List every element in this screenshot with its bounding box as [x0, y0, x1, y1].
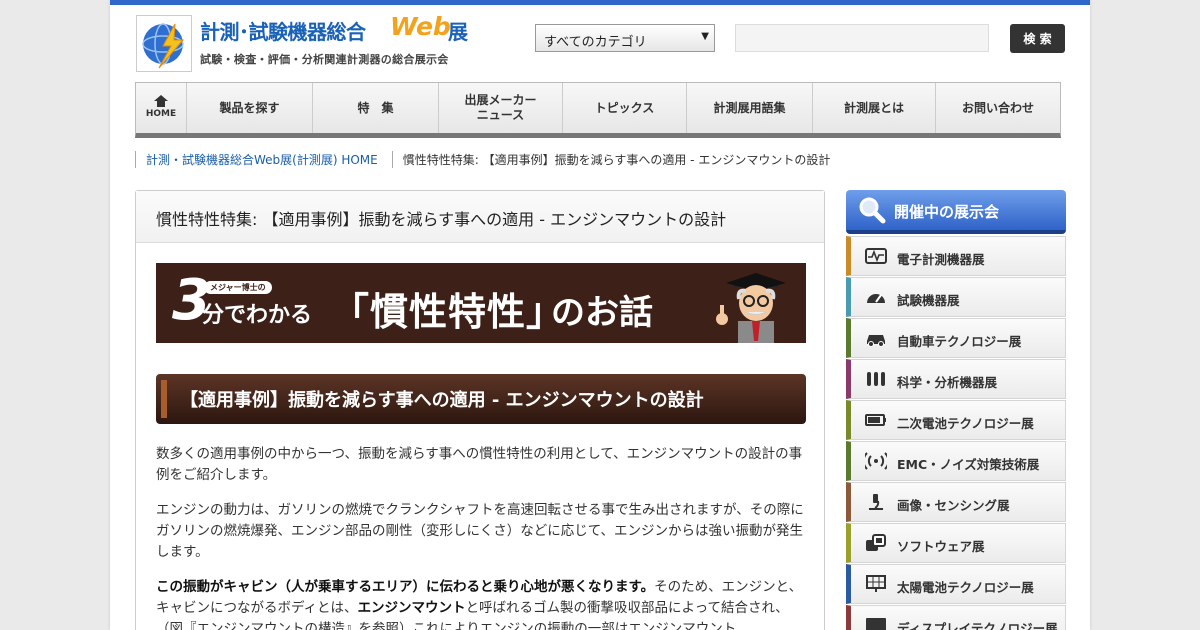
nav-item-label: お問い合わせ	[961, 100, 1034, 115]
paragraph-1: 数多くの適用事例の中から一つ、振動を減らす事への慣性特性の利用として、エンジンマ…	[156, 446, 803, 483]
sidebar-item[interactable]: ディスプレイテクノロジー展	[846, 605, 1066, 630]
sidebar-item-label: EMC・ノイズ対策技術展	[897, 457, 1040, 472]
sidebar-item-label: 画像・センシング展	[897, 498, 1010, 513]
dropdown-arrow-icon: ▼	[701, 31, 709, 42]
waveform-icon	[865, 247, 887, 265]
sidebar-item-label: 科学・分析機器展	[897, 375, 998, 390]
sidebar-item-label: 自動車テクノロジー展	[897, 334, 1022, 349]
logo-web: Web	[390, 12, 451, 41]
banner-text: 分でわかる	[202, 303, 313, 328]
nav-item-label: 出展メーカー ニュース	[464, 93, 537, 122]
home-icon	[154, 95, 168, 108]
sidebar-item-label: 試験機器展	[897, 293, 960, 308]
breadcrumb: 計測・試験機器総合Web展(計測展) HOME 慣性特性特集: 【適用事例】振動を…	[135, 151, 844, 168]
nav-item-contact[interactable]: お問い合わせ	[936, 83, 1060, 133]
category-select[interactable]: すべてのカテゴリ ▼	[535, 24, 715, 52]
page-title: 慣性特性特集: 【適用事例】振動を減らす事への適用 - エンジンマウントの設計	[136, 191, 824, 243]
sidebar-item[interactable]: 電子計測機器展	[846, 236, 1066, 276]
solar-panel-icon	[865, 575, 887, 593]
car-icon	[865, 329, 887, 347]
microscope-icon	[865, 493, 887, 511]
sidebar-item-label: ソフトウェア展	[897, 539, 985, 554]
sidebar-item[interactable]: 自動車テクノロジー展	[846, 318, 1066, 358]
category-selected-value: すべてのカテゴリ	[544, 35, 647, 50]
top-accent-bar	[110, 0, 1090, 5]
paragraph-3-bold-1: この振動がキャビン（人が乗車するエリア）に伝わると乗り心地が悪くなります。	[156, 579, 655, 595]
breadcrumb-current: 慣性特性特集: 【適用事例】振動を減らす事への適用 - エンジンマウントの設計	[391, 151, 830, 168]
nav-item-label: HOME	[145, 109, 177, 120]
site-logo[interactable]: 計測･試験機器総合 Web 展 試験・検査・評価・分析関連計測器の総合展示会	[136, 12, 476, 75]
display-icon	[865, 616, 887, 630]
sidebar-item[interactable]: 試験機器展	[846, 277, 1066, 317]
sidebar-heading: 開催中の展示会	[846, 190, 1066, 234]
section-heading-accent	[161, 380, 167, 418]
banner-tail-text: のお話	[551, 293, 653, 333]
paragraph-2: エンジンの動力は、ガソリンの燃焼でクランクシャフトを高速回転させる事で生み出され…	[156, 502, 804, 560]
nav-item-label: トピックス	[594, 100, 655, 115]
nav-item-about[interactable]: 計測展とは	[813, 83, 936, 133]
nav-item-label: 計測展用語集	[713, 100, 786, 115]
professor-illustration	[704, 271, 800, 343]
sidebar-item[interactable]: 太陽電池テクノロジー展	[846, 564, 1066, 604]
gauge-icon	[865, 288, 887, 306]
sidebar-item[interactable]: 科学・分析機器展	[846, 359, 1066, 399]
search-button[interactable]: 検 索	[1010, 24, 1065, 53]
banner-big-text: 「慣性特性」	[331, 290, 566, 334]
article-panel: 慣性特性特集: 【適用事例】振動を減らす事への適用 - エンジンマウントの設計 …	[135, 190, 825, 630]
nav-item-topics[interactable]: トピックス	[563, 83, 687, 133]
sidebar-item-label: 二次電池テクノロジー展	[897, 416, 1034, 431]
nav-item-exhibitor-news[interactable]: 出展メーカー ニュース	[439, 83, 563, 133]
sidebar-item[interactable]: 画像・センシング展	[846, 482, 1066, 522]
breadcrumb-home-link[interactable]: 計測・試験機器総合Web展(計測展) HOME	[135, 151, 378, 168]
signal-icon	[862, 452, 890, 470]
nav-item-label: 特 集	[357, 100, 394, 115]
page-frame: 計測･試験機器総合 Web 展 試験・検査・評価・分析関連計測器の総合展示会 す…	[110, 0, 1090, 630]
sidebar-item-label: 電子計測機器展	[897, 252, 985, 267]
search-input[interactable]	[735, 24, 989, 52]
nav-item-label: 計測展とは	[843, 100, 904, 115]
battery-icon	[865, 411, 887, 429]
nav-item-label: 製品を探す	[219, 100, 280, 115]
nav-item-home[interactable]: HOME	[136, 83, 187, 133]
banner-tag: メジャー博士の	[204, 281, 272, 294]
section-heading: 【適用事例】振動を減らす事への適用 - エンジンマウントの設計	[156, 374, 806, 424]
globe-logo-icon	[136, 15, 192, 72]
sidebar-item[interactable]: EMC・ノイズ対策技術展	[846, 441, 1066, 481]
logo-ten: 展	[448, 20, 468, 44]
main-navigation: HOME 製品を探す 特 集 出展メーカー ニュース トピックス 計測展用語集 …	[135, 82, 1061, 138]
nav-item-glossary[interactable]: 計測展用語集	[687, 83, 813, 133]
section-heading-text: 【適用事例】振動を減らす事への適用 - エンジンマウントの設計	[180, 390, 704, 411]
software-icon	[865, 534, 887, 552]
nav-item-features[interactable]: 特 集	[313, 83, 439, 133]
sidebar-item-label: 太陽電池テクノロジー展	[897, 580, 1034, 595]
sidebar-item[interactable]: ソフトウェア展	[846, 523, 1066, 563]
feature-banner: 3 メジャー博士の 分でわかる 「慣性特性」 のお話	[156, 263, 806, 343]
logo-subtitle: 試験・検査・評価・分析関連計測器の総合展示会	[200, 53, 449, 66]
magnifier-icon	[858, 196, 886, 224]
sidebar-item[interactable]: 二次電池テクノロジー展	[846, 400, 1066, 440]
paragraph-3-bold-2: エンジンマウント	[357, 600, 466, 616]
sidebar-item-label: ディスプレイテクノロジー展	[897, 621, 1058, 630]
nav-item-products[interactable]: 製品を探す	[187, 83, 313, 133]
paragraph-3: この振動がキャビン（人が乗車するエリア）に伝わると乗り心地が悪くなります。そのた…	[156, 577, 804, 630]
sidebar-heading-text: 開催中の展示会	[894, 203, 1000, 221]
test-tubes-icon	[865, 370, 887, 388]
logo-title: 計測･試験機器総合	[200, 20, 366, 44]
